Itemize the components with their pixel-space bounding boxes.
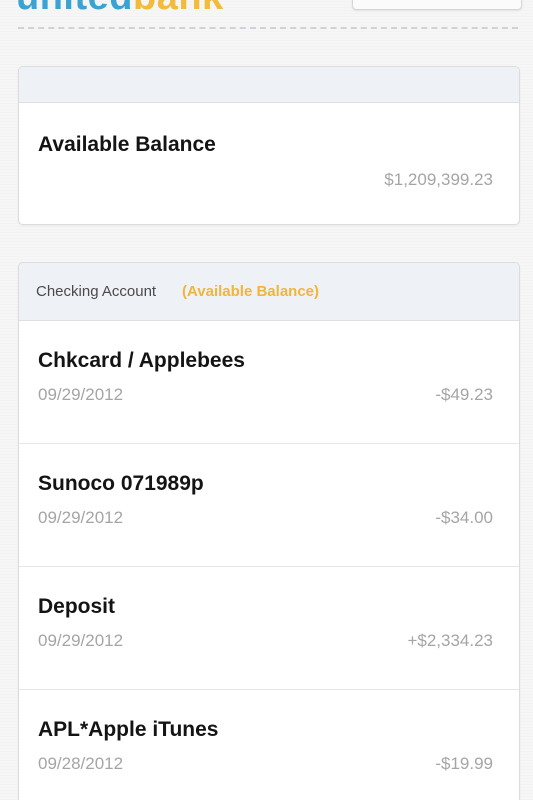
transaction-amount: +$2,334.23 (407, 631, 493, 650)
bank-logo[interactable]: unitedbank (16, 0, 224, 16)
app-screen: unitedbank Available Balance $1,209,399.… (0, 0, 533, 800)
transaction-row[interactable]: Deposit 09/29/2012 +$2,334.23 (19, 567, 519, 690)
transaction-row[interactable]: Chkcard / Applebees 09/29/2012 -$49.23 (19, 321, 519, 444)
transaction-date: 09/29/2012 (38, 508, 124, 527)
logo-text-united: united (16, 0, 133, 18)
transaction-row[interactable]: APL*Apple iTunes 09/28/2012 -$19.99 (19, 690, 519, 800)
transaction-list: Chkcard / Applebees 09/29/2012 -$49.23 S… (19, 321, 519, 800)
transaction-name: Sunoco 071989p (38, 472, 204, 495)
available-balance-title: Available Balance (38, 133, 216, 156)
transaction-row[interactable]: Sunoco 071989p 09/29/2012 -$34.00 (19, 444, 519, 567)
available-balance-card[interactable]: Available Balance $1,209,399.23 (18, 66, 520, 225)
transaction-amount: -$49.23 (435, 385, 493, 404)
transaction-amount: -$34.00 (435, 508, 493, 527)
available-balance-link[interactable]: (Available Balance) (182, 283, 319, 300)
available-balance-amount: $1,209,399.23 (384, 170, 493, 189)
transaction-name: Chkcard / Applebees (38, 349, 245, 372)
transaction-date: 09/29/2012 (38, 631, 124, 650)
checking-card-header[interactable]: Checking Account (Available Balance) (19, 263, 519, 321)
logo-text-bank: bank (133, 0, 224, 18)
transaction-amount: -$19.99 (435, 754, 493, 773)
balance-card-header (19, 67, 519, 103)
header-divider (18, 27, 518, 29)
checking-account-card: Checking Account (Available Balance) Chk… (18, 262, 520, 800)
transaction-date: 09/29/2012 (38, 385, 124, 404)
transaction-date: 09/28/2012 (38, 754, 124, 773)
app-header: unitedbank (0, 0, 533, 30)
transaction-name: Deposit (38, 595, 116, 618)
checking-account-label: Checking Account (36, 283, 157, 300)
header-menu-button[interactable] (352, 0, 522, 10)
transaction-name: APL*Apple iTunes (38, 718, 219, 741)
